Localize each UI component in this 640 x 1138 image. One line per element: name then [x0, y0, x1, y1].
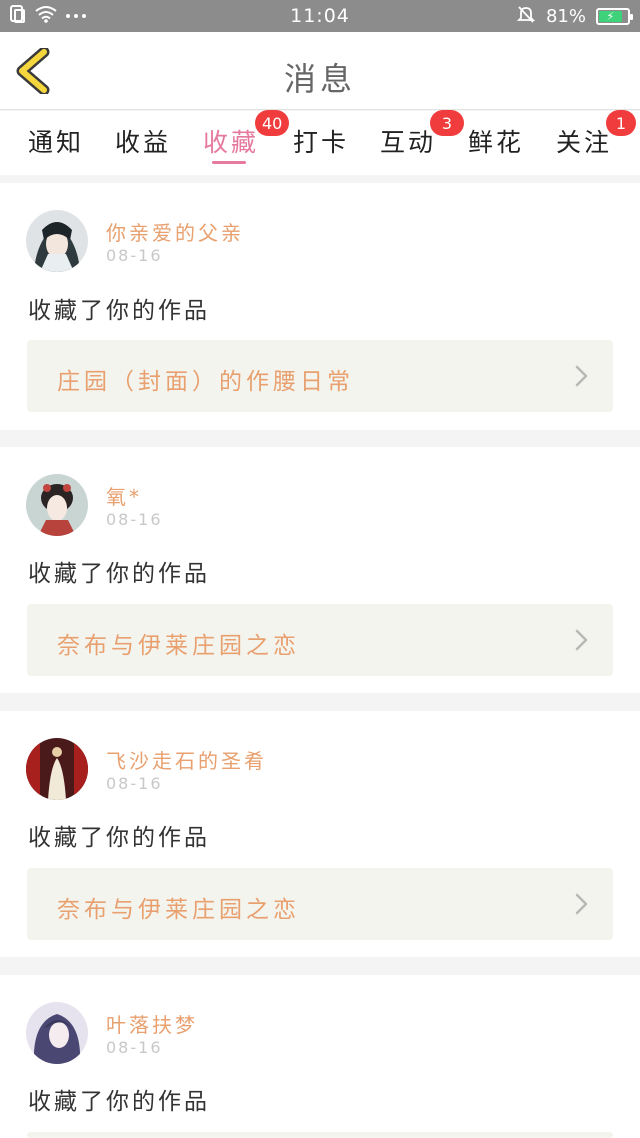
work-title: 奈布与伊莱庄园之恋 — [57, 897, 300, 923]
tab-checkin[interactable]: 打卡 — [293, 123, 349, 159]
tab-badge: 1 — [606, 110, 636, 136]
work-title: 奈布与伊莱庄园之恋 — [57, 633, 300, 659]
tab-notifications[interactable]: 通知 — [28, 123, 84, 159]
tab-active-indicator — [212, 161, 246, 164]
tab-label: 鲜花 — [468, 128, 525, 157]
work-link[interactable]: 奈布与伊莱庄园之恋 — [27, 604, 613, 676]
header: 消息 — [0, 32, 640, 110]
chevron-right-icon — [575, 893, 588, 915]
action-text: 收藏了你的作品 — [28, 298, 210, 324]
tab-label: 收益 — [115, 128, 172, 157]
work-link[interactable]: 庄园（封面）的作腰日常 — [27, 340, 613, 412]
message-card: 叶落扶梦 08-16 收藏了你的作品 — [0, 975, 640, 1138]
battery-percent: 81% — [545, 5, 586, 27]
work-link[interactable]: 奈布与伊莱庄园之恋 — [27, 868, 613, 940]
work-title: 庄园（封面）的作腰日常 — [57, 369, 354, 395]
message-date: 08-16 — [106, 1038, 163, 1057]
tab-favorites[interactable]: 收藏 40 — [203, 110, 290, 164]
status-right-icons: 81% ⚡ — [516, 4, 633, 29]
battery-icon: ⚡ — [596, 7, 633, 25]
tab-badge: 40 — [255, 110, 290, 136]
message-date: 08-16 — [106, 246, 163, 265]
status-bar: 11:04 81% ⚡ — [0, 0, 640, 32]
message-date: 08-16 — [106, 774, 163, 793]
tab-label: 关注 — [556, 128, 613, 157]
tab-label: 打卡 — [293, 128, 350, 157]
chevron-right-icon — [575, 629, 588, 651]
tab-interactions[interactable]: 互动 3 — [380, 110, 464, 159]
tab-label: 收藏 — [203, 128, 260, 157]
page-title: 消息 — [283, 60, 356, 98]
avatar[interactable] — [26, 474, 88, 536]
username[interactable]: 氧* — [106, 481, 142, 510]
message-card: 飞沙走石的圣肴 08-16 收藏了你的作品 奈布与伊莱庄园之恋 — [0, 711, 640, 957]
tab-earnings[interactable]: 收益 — [115, 123, 171, 159]
action-text: 收藏了你的作品 — [28, 825, 210, 851]
tab-label: 互动 — [380, 128, 437, 157]
tab-label: 通知 — [28, 128, 85, 157]
action-text: 收藏了你的作品 — [28, 561, 210, 587]
username[interactable]: 你亲爱的父亲 — [106, 217, 244, 246]
avatar[interactable] — [26, 738, 88, 800]
chevron-right-icon — [575, 365, 588, 387]
tab-following[interactable]: 关注 1 — [556, 110, 636, 159]
username[interactable]: 叶落扶梦 — [106, 1009, 198, 1038]
action-text: 收藏了你的作品 — [28, 1089, 210, 1115]
tab-flowers[interactable]: 鲜花 — [468, 123, 524, 159]
tab-bar: 通知 收益 收藏 40 打卡 互动 3 鲜花 关注 1 — [0, 110, 640, 175]
tab-badge: 3 — [430, 110, 464, 136]
bell-muted-icon — [516, 4, 536, 29]
message-card: 你亲爱的父亲 08-16 收藏了你的作品 庄园（封面）的作腰日常 — [0, 183, 640, 430]
avatar[interactable] — [26, 210, 88, 272]
message-date: 08-16 — [106, 510, 163, 529]
username[interactable]: 飞沙走石的圣肴 — [106, 745, 267, 774]
work-link[interactable] — [27, 1132, 613, 1138]
avatar[interactable] — [26, 1002, 88, 1064]
message-card: 氧* 08-16 收藏了你的作品 奈布与伊莱庄园之恋 — [0, 447, 640, 693]
